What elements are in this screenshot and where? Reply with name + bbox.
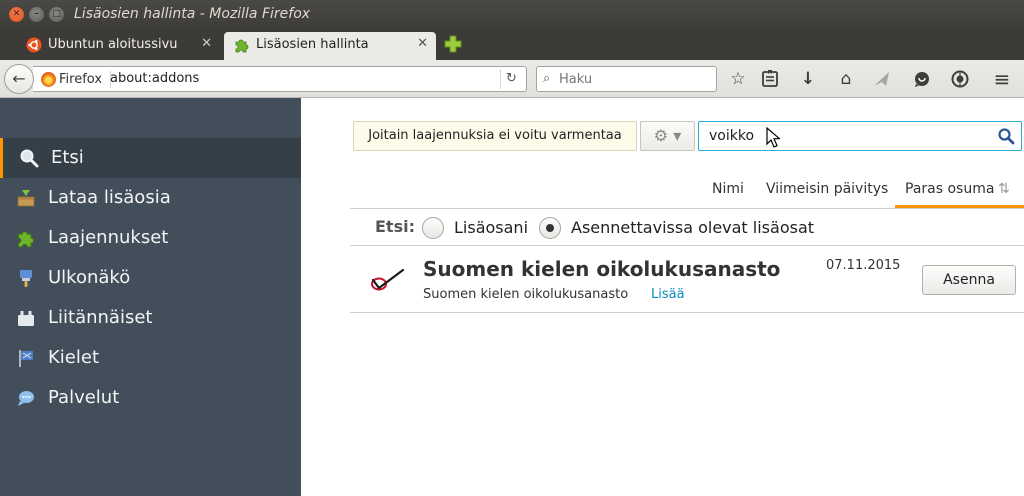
identity-box[interactable]: Firefox bbox=[39, 71, 112, 88]
category-label: Etsi bbox=[51, 147, 84, 168]
category-label: Liitännäiset bbox=[48, 307, 153, 328]
category-search[interactable]: Etsi bbox=[0, 138, 301, 178]
package-icon bbox=[17, 190, 35, 207]
unsigned-extensions-warning[interactable]: Joitain laajennuksia ei voitu varmentaa bbox=[353, 121, 637, 151]
reload-icon[interactable]: ↻ bbox=[500, 69, 522, 89]
tab-close-button[interactable]: ✕ bbox=[417, 36, 428, 51]
category-languages[interactable]: Kielet bbox=[0, 338, 301, 378]
sync-globe-icon[interactable] bbox=[948, 67, 972, 91]
filter-label: Etsi: bbox=[375, 217, 415, 236]
category-label: Kielet bbox=[48, 347, 100, 368]
filter-available-addons-radio[interactable] bbox=[539, 217, 561, 239]
puzzle-icon bbox=[18, 231, 34, 248]
sort-by-last-updated[interactable]: Viimeisin päivitys bbox=[766, 181, 888, 203]
category-get-addons[interactable]: Lataa lisäosia bbox=[0, 178, 301, 218]
sort-direction-icon[interactable]: ⇅ bbox=[998, 181, 1010, 203]
addon-description: Suomen kielen oikolukusanasto bbox=[423, 287, 629, 302]
url-bar[interactable]: Firefox about:addons ↻ bbox=[33, 66, 527, 92]
puzzle-icon bbox=[235, 39, 249, 53]
brush-icon bbox=[20, 270, 32, 287]
tab-ubuntu-start[interactable]: Ubuntun aloitussivu ✕ bbox=[16, 32, 220, 60]
home-icon[interactable]: ⌂ bbox=[834, 67, 858, 91]
divider bbox=[350, 245, 1024, 246]
chat-hello-icon[interactable] bbox=[910, 67, 934, 91]
category-label: Laajennukset bbox=[48, 227, 169, 248]
search-icon bbox=[20, 149, 39, 168]
tab-strip: Ubuntun aloitussivu ✕ Lisäosien hallinta… bbox=[0, 30, 1024, 60]
category-services[interactable]: Palvelut bbox=[0, 378, 301, 418]
window-minimize-button[interactable]: – bbox=[29, 7, 44, 22]
search-icon: ⌕ bbox=[543, 71, 551, 86]
back-button[interactable]: ← bbox=[4, 64, 34, 94]
firefox-logo-icon bbox=[41, 72, 56, 87]
download-icon[interactable]: ↓ bbox=[796, 67, 820, 91]
category-label: Palvelut bbox=[48, 387, 120, 408]
plugin-icon bbox=[18, 311, 34, 326]
browser-search-input[interactable] bbox=[559, 70, 709, 88]
tab-label: Lisäosien hallinta bbox=[256, 37, 369, 52]
addon-name[interactable]: Suomen kielen oikolukusanasto bbox=[423, 257, 780, 281]
ubuntu-icon bbox=[26, 37, 42, 53]
menu-hamburger-icon[interactable]: ≡ bbox=[990, 67, 1014, 91]
url-text[interactable]: about:addons bbox=[110, 71, 199, 86]
title-bar: ✕ – □ Lisäosien hallinta - Mozilla Firef… bbox=[0, 0, 1024, 30]
tools-gear-menu-button[interactable]: ⚙ ▾ bbox=[640, 121, 695, 151]
radio-selected-dot bbox=[546, 224, 554, 232]
filter-my-addons-radio[interactable] bbox=[422, 217, 444, 239]
tab-label: Ubuntun aloitussivu bbox=[48, 37, 178, 52]
window-close-button[interactable]: ✕ bbox=[9, 7, 24, 22]
divider bbox=[350, 208, 1024, 209]
install-button[interactable]: Asenna bbox=[922, 265, 1016, 295]
divider bbox=[350, 312, 1024, 313]
new-tab-plus-icon[interactable] bbox=[443, 34, 463, 54]
category-appearance[interactable]: Ulkonäkö bbox=[0, 258, 301, 298]
sort-by-best-match[interactable]: Paras osuma bbox=[905, 181, 994, 203]
identity-label: Firefox bbox=[59, 72, 103, 87]
speech-bubble-icon bbox=[18, 391, 34, 406]
bookmark-star-icon[interactable]: ☆ bbox=[726, 67, 750, 91]
navigation-toolbar: Firefox about:addons ↻ ← ⌕ ☆ ↓ ⌂ ≡ bbox=[0, 60, 1024, 98]
sort-by-name[interactable]: Nimi bbox=[712, 181, 744, 203]
addon-more-link[interactable]: Lisää bbox=[651, 287, 685, 302]
addons-search-box[interactable] bbox=[698, 121, 1022, 151]
category-label: Lataa lisäosia bbox=[48, 187, 171, 208]
category-label: Ulkonäkö bbox=[48, 267, 131, 288]
filter-my-addons-label[interactable]: Lisäosani bbox=[454, 218, 528, 237]
filter-available-addons-label[interactable]: Asennettavissa olevat lisäosat bbox=[571, 218, 814, 237]
checkmark-icon bbox=[371, 268, 405, 291]
pocket-share-icon[interactable] bbox=[870, 67, 894, 91]
language-flag-icon bbox=[19, 350, 33, 367]
category-sidebar: Etsi Lataa lisäosia Laajennukset Ulkonäk… bbox=[0, 98, 301, 496]
window-title: Lisäosien hallinta - Mozilla Firefox bbox=[74, 6, 311, 22]
search-icon[interactable] bbox=[997, 127, 1015, 145]
bookmarks-list-icon[interactable] bbox=[758, 67, 782, 91]
addons-search-input[interactable] bbox=[709, 127, 979, 145]
addon-date: 07.11.2015 bbox=[826, 258, 901, 273]
mouse-pointer-icon bbox=[766, 127, 780, 148]
browser-search-bar[interactable]: ⌕ bbox=[536, 66, 717, 92]
tab-close-button[interactable]: ✕ bbox=[201, 36, 212, 51]
category-extensions[interactable]: Laajennukset bbox=[0, 218, 301, 258]
category-plugins[interactable]: Liitännäiset bbox=[0, 298, 301, 338]
window-maximize-button[interactable]: □ bbox=[49, 7, 64, 22]
tab-addons-manager[interactable]: Lisäosien hallinta ✕ bbox=[224, 32, 436, 60]
